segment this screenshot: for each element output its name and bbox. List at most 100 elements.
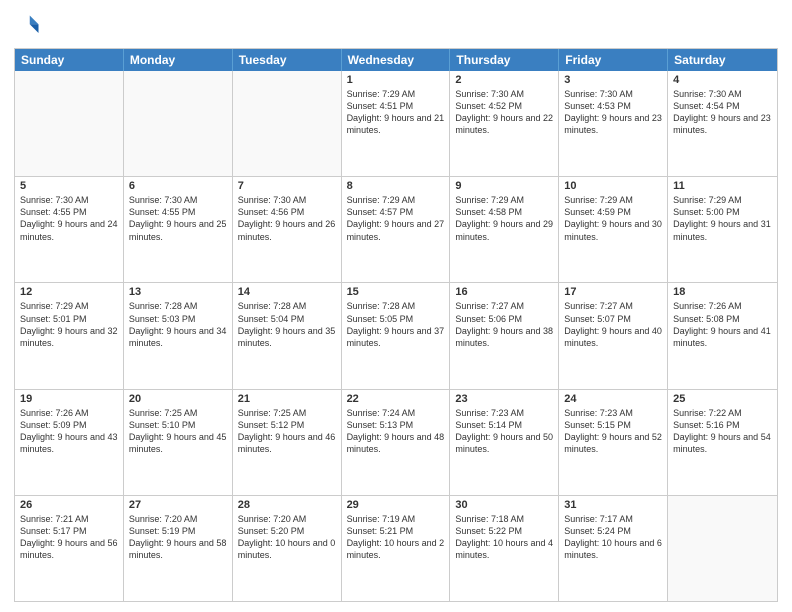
cell-details: Sunrise: 7:30 AM Sunset: 4:56 PM Dayligh… [238,194,336,243]
calendar-cell: 20 Sunrise: 7:25 AM Sunset: 5:10 PM Dayli… [124,390,233,495]
calendar-cell: 8 Sunrise: 7:29 AM Sunset: 4:57 PM Daylig… [342,177,451,282]
header-cell-sunday: Sunday [15,49,124,71]
calendar-cell [668,496,777,601]
day-number: 26 [20,499,118,511]
cell-details: Sunrise: 7:29 AM Sunset: 4:57 PM Dayligh… [347,194,445,243]
calendar-cell: 15 Sunrise: 7:28 AM Sunset: 5:05 PM Dayli… [342,283,451,388]
calendar-cell: 9 Sunrise: 7:29 AM Sunset: 4:58 PM Daylig… [450,177,559,282]
cell-details: Sunrise: 7:23 AM Sunset: 5:14 PM Dayligh… [455,407,553,456]
day-number: 4 [673,74,772,86]
calendar-cell: 14 Sunrise: 7:28 AM Sunset: 5:04 PM Dayli… [233,283,342,388]
day-number: 13 [129,286,227,298]
day-number: 19 [20,393,118,405]
calendar-row: 1 Sunrise: 7:29 AM Sunset: 4:51 PM Daylig… [15,71,777,177]
calendar-cell: 29Sunrise: 7:19 AM Sunset: 5:21 PM Dayli… [342,496,451,601]
day-number: 18 [673,286,772,298]
calendar-cell: 12Sunrise: 7:29 AM Sunset: 5:01 PM Dayli… [15,283,124,388]
day-number: 17 [564,286,662,298]
cell-details: Sunrise: 7:29 AM Sunset: 4:51 PM Dayligh… [347,88,445,137]
calendar-cell: 7Sunrise: 7:30 AM Sunset: 4:56 PM Daylig… [233,177,342,282]
cell-details: Sunrise: 7:28 AM Sunset: 5:03 PM Dayligh… [129,300,227,349]
calendar-cell: 28Sunrise: 7:20 AM Sunset: 5:20 PM Dayli… [233,496,342,601]
cell-details: Sunrise: 7:29 AM Sunset: 4:58 PM Dayligh… [455,194,553,243]
day-number: 3 [564,74,662,86]
day-number: 10 [564,180,662,192]
cell-details: Sunrise: 7:28 AM Sunset: 5:05 PM Dayligh… [347,300,445,349]
day-number: 11 [673,180,772,192]
header-cell-monday: Monday [124,49,233,71]
cell-details: Sunrise: 7:30 AM Sunset: 4:55 PM Dayligh… [129,194,227,243]
header-cell-thursday: Thursday [450,49,559,71]
header-cell-saturday: Saturday [668,49,777,71]
cell-details: Sunrise: 7:18 AM Sunset: 5:22 PM Dayligh… [455,513,553,562]
day-number: 9 [455,180,553,192]
cell-details: Sunrise: 7:27 AM Sunset: 5:06 PM Dayligh… [455,300,553,349]
day-number: 20 [129,393,227,405]
header [14,12,778,40]
day-number: 1 [347,74,445,86]
logo-icon [14,12,42,40]
day-number: 28 [238,499,336,511]
cell-details: Sunrise: 7:23 AM Sunset: 5:15 PM Dayligh… [564,407,662,456]
cell-details: Sunrise: 7:30 AM Sunset: 4:52 PM Dayligh… [455,88,553,137]
calendar-row: 19 Sunrise: 7:26 AM Sunset: 5:09 PM Dayli… [15,390,777,496]
cell-details: Sunrise: 7:24 AM Sunset: 5:13 PM Dayligh… [347,407,445,456]
day-number: 21 [238,393,336,405]
day-number: 27 [129,499,227,511]
cell-details: Sunrise: 7:29 AM Sunset: 4:59 PM Dayligh… [564,194,662,243]
day-number: 15 [347,286,445,298]
calendar-cell: 1 Sunrise: 7:29 AM Sunset: 4:51 PM Daylig… [342,71,451,176]
cell-details: Sunrise: 7:21 AM Sunset: 5:17 PM Dayligh… [20,513,118,562]
cell-details: Sunrise: 7:22 AM Sunset: 5:16 PM Dayligh… [673,407,772,456]
day-number: 14 [238,286,336,298]
header-cell-tuesday: Tuesday [233,49,342,71]
day-number: 25 [673,393,772,405]
calendar-cell: 13 Sunrise: 7:28 AM Sunset: 5:03 PM Dayli… [124,283,233,388]
cell-details: Sunrise: 7:27 AM Sunset: 5:07 PM Dayligh… [564,300,662,349]
calendar-cell: 24 Sunrise: 7:23 AM Sunset: 5:15 PM Dayli… [559,390,668,495]
calendar-cell: 5Sunrise: 7:30 AM Sunset: 4:55 PM Daylig… [15,177,124,282]
day-number: 24 [564,393,662,405]
calendar-cell [15,71,124,176]
day-number: 12 [20,286,118,298]
calendar-cell: 23 Sunrise: 7:23 AM Sunset: 5:14 PM Dayli… [450,390,559,495]
day-number: 29 [347,499,445,511]
calendar-cell: 6Sunrise: 7:30 AM Sunset: 4:55 PM Daylig… [124,177,233,282]
day-number: 30 [455,499,553,511]
calendar-body: 1 Sunrise: 7:29 AM Sunset: 4:51 PM Daylig… [15,71,777,601]
cell-details: Sunrise: 7:30 AM Sunset: 4:55 PM Dayligh… [20,194,118,243]
cell-details: Sunrise: 7:26 AM Sunset: 5:09 PM Dayligh… [20,407,118,456]
logo [14,12,46,40]
day-number: 23 [455,393,553,405]
cell-details: Sunrise: 7:30 AM Sunset: 4:53 PM Dayligh… [564,88,662,137]
cell-details: Sunrise: 7:20 AM Sunset: 5:19 PM Dayligh… [129,513,227,562]
cell-details: Sunrise: 7:30 AM Sunset: 4:54 PM Dayligh… [673,88,772,137]
cell-details: Sunrise: 7:26 AM Sunset: 5:08 PM Dayligh… [673,300,772,349]
cell-details: Sunrise: 7:29 AM Sunset: 5:00 PM Dayligh… [673,194,772,243]
calendar-cell: 3 Sunrise: 7:30 AM Sunset: 4:53 PM Daylig… [559,71,668,176]
calendar-cell [233,71,342,176]
calendar-row: 12Sunrise: 7:29 AM Sunset: 5:01 PM Dayli… [15,283,777,389]
calendar-cell: 30 Sunrise: 7:18 AM Sunset: 5:22 PM Dayli… [450,496,559,601]
page: SundayMondayTuesdayWednesdayThursdayFrid… [0,0,792,612]
calendar-cell [124,71,233,176]
calendar-cell: 10 Sunrise: 7:29 AM Sunset: 4:59 PM Dayli… [559,177,668,282]
calendar-cell: 27 Sunrise: 7:20 AM Sunset: 5:19 PM Dayli… [124,496,233,601]
header-cell-friday: Friday [559,49,668,71]
calendar-row: 5Sunrise: 7:30 AM Sunset: 4:55 PM Daylig… [15,177,777,283]
day-number: 8 [347,180,445,192]
calendar-cell: 19 Sunrise: 7:26 AM Sunset: 5:09 PM Dayli… [15,390,124,495]
day-number: 16 [455,286,553,298]
calendar-row: 26 Sunrise: 7:21 AM Sunset: 5:17 PM Dayli… [15,496,777,601]
calendar-cell: 21Sunrise: 7:25 AM Sunset: 5:12 PM Dayli… [233,390,342,495]
calendar-cell: 25 Sunrise: 7:22 AM Sunset: 5:16 PM Dayli… [668,390,777,495]
header-cell-wednesday: Wednesday [342,49,451,71]
cell-details: Sunrise: 7:25 AM Sunset: 5:10 PM Dayligh… [129,407,227,456]
cell-details: Sunrise: 7:28 AM Sunset: 5:04 PM Dayligh… [238,300,336,349]
calendar-header: SundayMondayTuesdayWednesdayThursdayFrid… [15,49,777,71]
calendar-cell: 4 Sunrise: 7:30 AM Sunset: 4:54 PM Daylig… [668,71,777,176]
calendar-cell: 11 Sunrise: 7:29 AM Sunset: 5:00 PM Dayli… [668,177,777,282]
cell-details: Sunrise: 7:17 AM Sunset: 5:24 PM Dayligh… [564,513,662,562]
calendar-cell: 16 Sunrise: 7:27 AM Sunset: 5:06 PM Dayli… [450,283,559,388]
day-number: 2 [455,74,553,86]
